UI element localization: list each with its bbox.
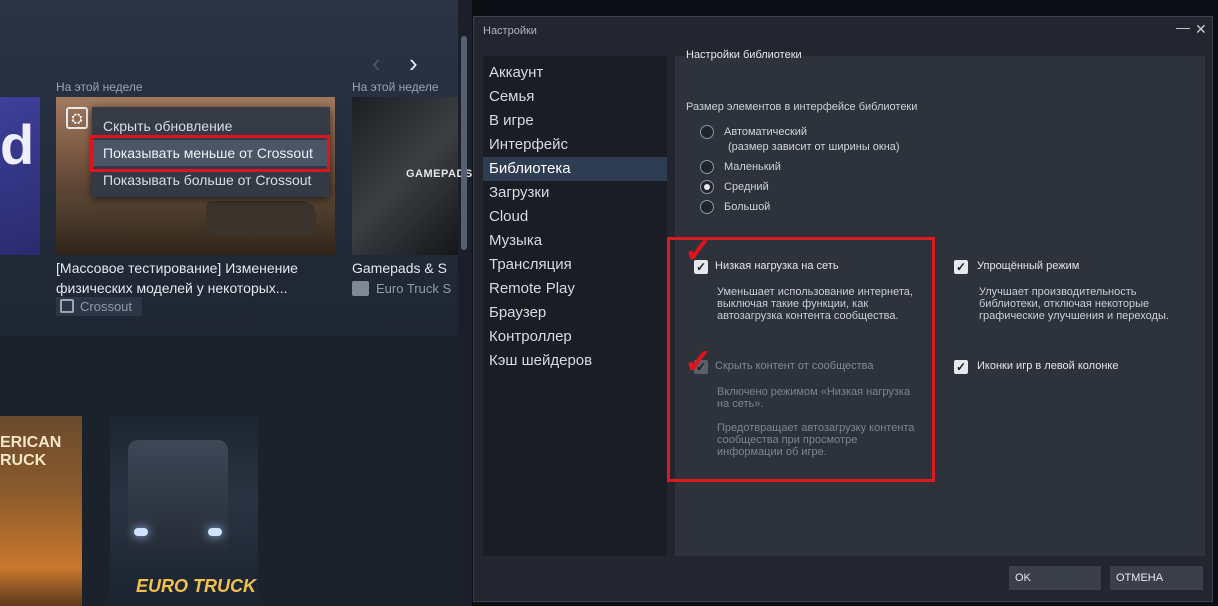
desc-line: библиотеки, отключая некоторые: [979, 298, 1150, 310]
cover-logo-text: ERICAN RUCK: [0, 434, 62, 469]
sidebar-item-in-game[interactable]: В игре: [483, 109, 667, 133]
radio-large-label: Большой: [724, 201, 771, 213]
news-card-title[interactable]: [Массовое тестирование] Изменение физиче…: [56, 258, 328, 298]
euro-truck-icon: [352, 281, 369, 296]
steam-library-background: ‹ › На этой неделе На этой неделе d ⛭ Ск…: [0, 0, 472, 606]
simplified-mode-description: Улучшает производительность библиотеки, …: [979, 286, 1169, 322]
radio-auto[interactable]: [700, 125, 714, 139]
crossout-icon: [60, 299, 74, 313]
sidebar-item-account[interactable]: Аккаунт: [483, 61, 667, 85]
radio-auto-label: Автоматический: [724, 126, 808, 138]
sidebar-item-interface[interactable]: Интерфейс: [483, 133, 667, 157]
news-card-title[interactable]: Gamepads & S: [352, 258, 447, 278]
cover-logo-text: EURO TRUCK: [136, 576, 256, 596]
game-tag-crossout[interactable]: Crossout: [56, 297, 142, 316]
screenshot-root: ‹ › На этой неделе На этой неделе d ⛭ Ск…: [0, 0, 1218, 606]
section-title: Настройки библиотеки: [686, 49, 802, 61]
game-cover-euro-truck[interactable]: EURO TRUCK: [110, 416, 258, 606]
radio-large[interactable]: [700, 200, 714, 214]
radio-small-label: Маленький: [724, 161, 781, 173]
shelf-prev-arrow-icon[interactable]: ‹: [372, 50, 381, 76]
size-setting-title: Размер элементов в интерфейсе библиотеки: [686, 101, 918, 113]
radio-small[interactable]: [700, 160, 714, 174]
sidebar-item-music[interactable]: Музыка: [483, 229, 667, 253]
radio-auto-note: (размер зависит от ширины окна): [728, 141, 900, 153]
week-label: На этой неделе: [56, 80, 143, 94]
check-icon: ✓: [956, 260, 967, 274]
sidebar-item-remote-play[interactable]: Remote Play: [483, 277, 667, 301]
red-highlight-box: [90, 135, 330, 172]
game-tag-label: Euro Truck S: [376, 281, 452, 296]
crossout-badge-icon: ⛭: [66, 107, 88, 129]
library-scrollbar[interactable]: [461, 36, 467, 250]
sidebar-item-family[interactable]: Семья: [483, 85, 667, 109]
sidebar-item-shader-cache[interactable]: Кэш шейдеров: [483, 349, 667, 373]
settings-sidebar: Аккаунт Семья В игре Интерфейс Библиотек…: [483, 56, 667, 556]
game-cover-american-truck[interactable]: ERICAN RUCK: [0, 416, 82, 606]
sidebar-item-cloud[interactable]: Cloud: [483, 205, 667, 229]
image-vehicle: [206, 201, 316, 235]
game-tag-label: Crossout: [80, 299, 133, 314]
radio-medium[interactable]: [700, 180, 714, 194]
ok-button[interactable]: OK: [1009, 566, 1101, 590]
shelf-next-arrow-icon[interactable]: ›: [409, 50, 418, 76]
headlight: [208, 528, 222, 536]
window-title: Настройки: [483, 25, 537, 37]
close-icon[interactable]: ✕: [1195, 21, 1207, 38]
thumbnail-logo-text: d: [0, 113, 35, 176]
red-check-annotation-icon: ✓: [684, 232, 713, 270]
sidebar-item-browser[interactable]: Браузер: [483, 301, 667, 325]
minimize-icon[interactable]: —: [1176, 19, 1190, 35]
red-check-annotation-icon: ✓: [684, 343, 713, 381]
check-icon: ✓: [956, 360, 967, 374]
sidebar-item-controller[interactable]: Контроллер: [483, 325, 667, 349]
sidebar-item-downloads[interactable]: Загрузки: [483, 181, 667, 205]
game-icons-checkbox[interactable]: ✓: [954, 360, 968, 374]
game-tag-euro-truck[interactable]: Euro Truck S: [352, 279, 451, 298]
sidebar-item-library[interactable]: Библиотека: [483, 157, 667, 181]
sidebar-item-broadcast[interactable]: Трансляция: [483, 253, 667, 277]
game-icons-label: Иконки игр в левой колонке: [977, 360, 1119, 372]
simplified-mode-checkbox[interactable]: ✓: [954, 260, 968, 274]
radio-medium-label: Средний: [724, 181, 769, 193]
cancel-button[interactable]: ОТМЕНА: [1110, 566, 1203, 590]
week-label: На этой неделе: [352, 80, 439, 94]
desc-line: Улучшает производительность: [979, 286, 1137, 298]
headlight: [134, 528, 148, 536]
desc-line: графические улучшения и переходы.: [979, 310, 1169, 322]
simplified-mode-label: Упрощённый режим: [977, 260, 1080, 272]
